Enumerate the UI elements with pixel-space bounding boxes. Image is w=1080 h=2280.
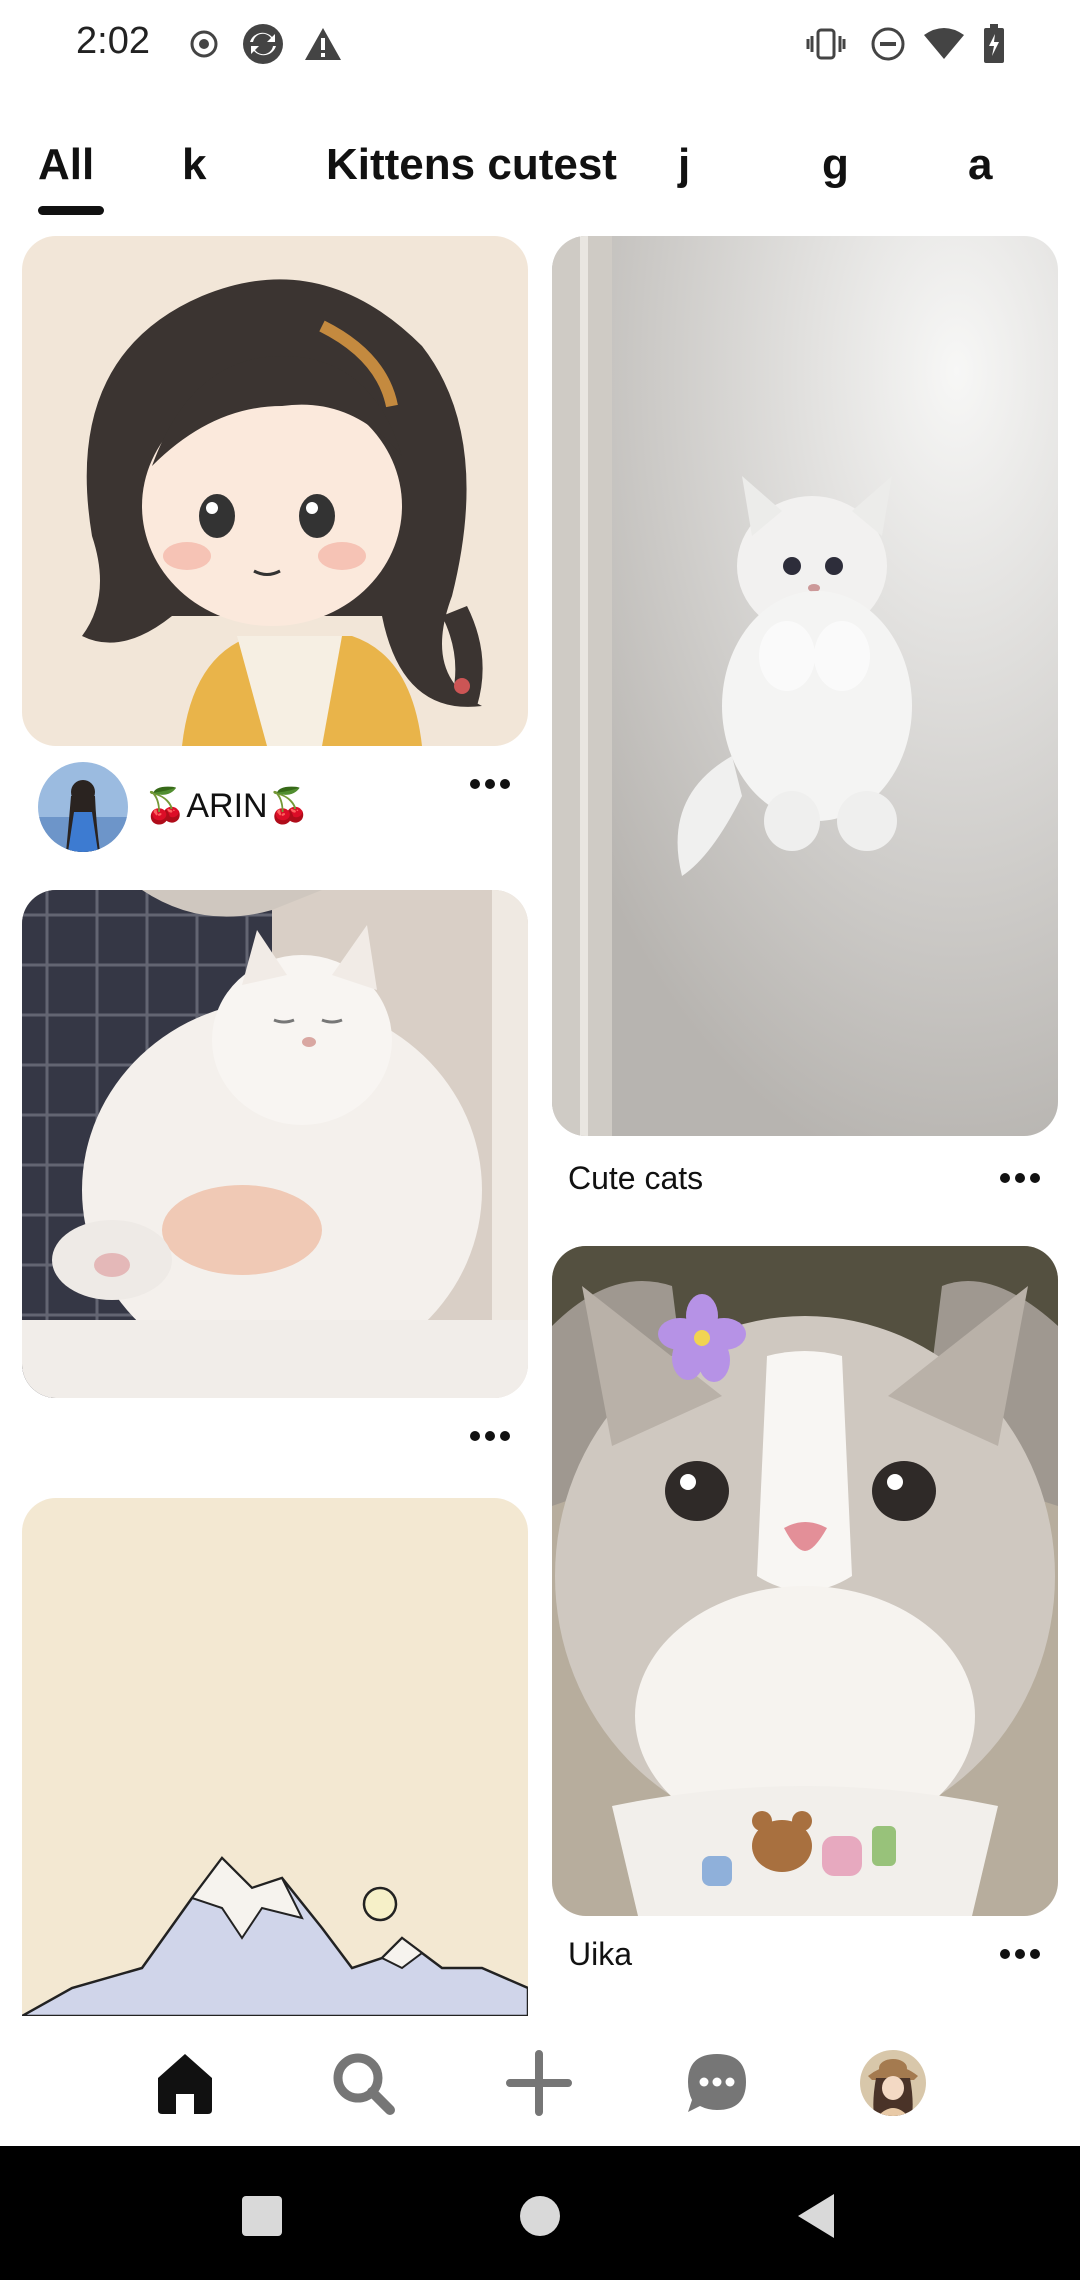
tab-a[interactable]: a bbox=[968, 140, 992, 190]
tab-k[interactable]: k bbox=[182, 140, 206, 190]
pin-title-cute-cats[interactable]: Cute cats bbox=[568, 1160, 703, 1197]
tab-g[interactable]: g bbox=[822, 140, 849, 190]
profile-avatar[interactable] bbox=[848, 2038, 938, 2128]
create-icon[interactable] bbox=[494, 2038, 584, 2128]
creator-name[interactable]: 🍒ARIN🍒 bbox=[144, 786, 310, 826]
pin-image-mountains[interactable] bbox=[22, 1498, 528, 2016]
board-tabs: All k Kittens cutest j g a bbox=[0, 130, 1080, 220]
pin-title-uika[interactable]: Uika bbox=[568, 1936, 632, 1973]
alert-icon bbox=[302, 22, 344, 66]
home-icon[interactable] bbox=[140, 2038, 230, 2128]
pin-more-button[interactable] bbox=[460, 764, 520, 804]
pin-more-button[interactable] bbox=[460, 1416, 520, 1456]
sync-icon bbox=[240, 22, 286, 66]
recents-icon[interactable] bbox=[222, 2176, 302, 2256]
creator-avatar[interactable] bbox=[38, 762, 128, 852]
tab-kittens-cutest[interactable]: Kittens cutest bbox=[326, 140, 617, 190]
tab-all[interactable]: All bbox=[38, 140, 94, 190]
status-bar: 2:02 bbox=[0, 0, 1080, 90]
system-navigation-bar bbox=[0, 2146, 1080, 2280]
battery-icon bbox=[978, 22, 1010, 66]
pin-more-button[interactable] bbox=[990, 1934, 1050, 1974]
do-not-disturb-icon bbox=[866, 22, 910, 66]
pin-image-white-cat[interactable] bbox=[22, 890, 528, 1398]
bottom-navigation bbox=[0, 2016, 1080, 2146]
selected-tab-indicator bbox=[38, 206, 104, 215]
vibrate-icon bbox=[804, 22, 848, 66]
record-icon bbox=[184, 22, 224, 66]
search-icon[interactable] bbox=[318, 2038, 408, 2128]
status-time: 2:02 bbox=[76, 20, 150, 62]
wifi-icon bbox=[920, 22, 968, 66]
pin-image-cute-cats[interactable] bbox=[552, 236, 1058, 1136]
pin-more-button[interactable] bbox=[990, 1158, 1050, 1198]
pin-image-anime-girl[interactable] bbox=[22, 236, 528, 746]
messages-icon[interactable] bbox=[672, 2038, 762, 2128]
pin-image-uika[interactable] bbox=[552, 1246, 1058, 1916]
home-system-icon[interactable] bbox=[500, 2176, 580, 2256]
tab-j[interactable]: j bbox=[678, 140, 690, 190]
back-icon[interactable] bbox=[776, 2176, 856, 2256]
